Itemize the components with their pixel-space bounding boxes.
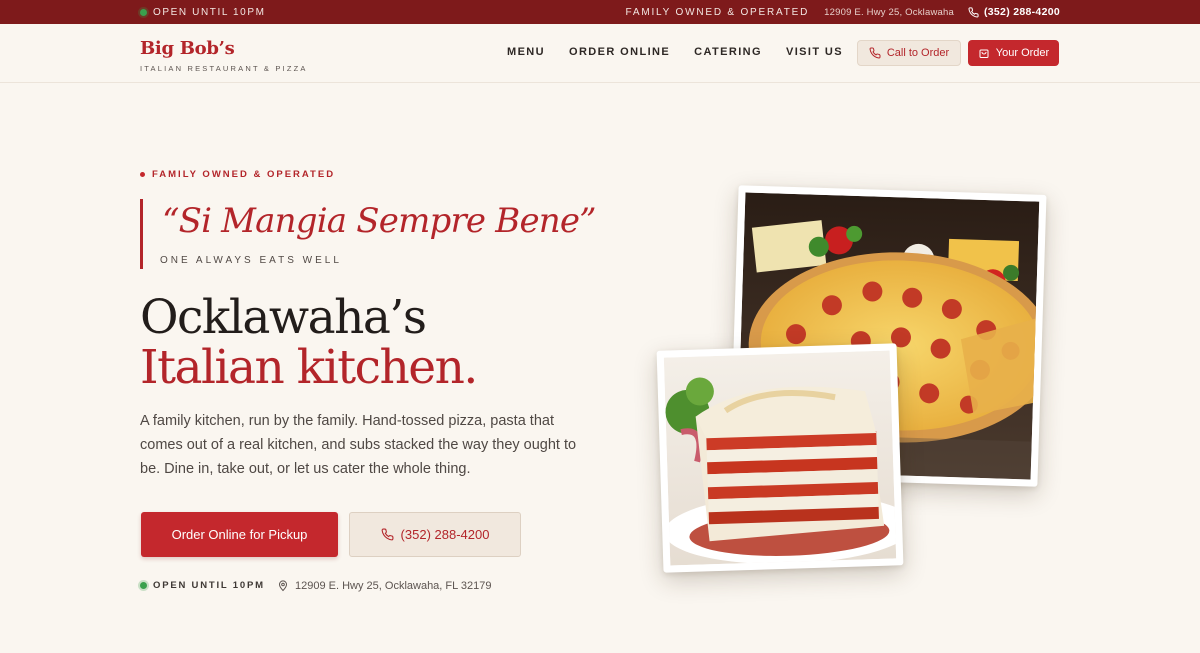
nav-item-visit-us[interactable]: VISIT US <box>786 46 843 58</box>
topbar-phone-text: (352) 288-4200 <box>983 6 1060 18</box>
top-contact: FAMILY OWNED & OPERATED 12909 E. Hwy 25,… <box>626 6 1061 18</box>
hero-headline-line1: Ocklawaha’s <box>140 290 427 345</box>
topbar-phone-link[interactable]: (352) 288-4200 <box>968 6 1060 18</box>
quote-accent-bar <box>140 199 143 269</box>
call-to-order-label: Call to Order <box>886 47 950 59</box>
your-order-label: Your Order <box>995 47 1050 59</box>
phone-icon <box>381 528 394 541</box>
bag-icon <box>979 49 989 58</box>
hero-quote: “Si Mangia Sempre Bene” <box>162 201 597 241</box>
order-online-pickup-button[interactable]: Order Online for Pickup <box>141 512 338 557</box>
lasagna-photo <box>656 343 904 573</box>
hero-eyebrow-text: FAMILY OWNED & OPERATED <box>152 169 336 180</box>
hero-description: A family kitchen, run by the family. Han… <box>140 413 577 477</box>
nav-item-catering[interactable]: CATERING <box>694 46 762 58</box>
open-status-dot <box>140 9 147 16</box>
hero-address[interactable]: 12909 E. Hwy 25, Ocklawaha, FL 32179 <box>277 579 492 592</box>
topbar-tagline: FAMILY OWNED & OPERATED <box>625 6 810 18</box>
call-to-order-button[interactable]: Call to Order <box>857 40 961 66</box>
topbar-address: 12909 E. Hwy 25, Ocklawaha <box>824 6 954 18</box>
hero-headline-line2: Italian kitchen. <box>140 340 478 395</box>
nav-item-order-online[interactable]: ORDER ONLINE <box>569 46 670 58</box>
hero-phone-button[interactable]: (352) 288-4200 <box>349 512 521 557</box>
your-order-button[interactable]: Your Order <box>968 40 1059 66</box>
hero-address-text: 12909 E. Hwy 25, Ocklawaha, FL 32179 <box>295 579 492 592</box>
map-pin-icon <box>278 580 288 592</box>
eyebrow-dot <box>140 172 145 177</box>
brand-subtitle: ITALIAN RESTAURANT & PIZZA <box>140 64 308 73</box>
open-status-text: OPEN UNTIL 10PM <box>153 7 266 18</box>
top-announcement-bar: OPEN UNTIL 10PM FAMILY OWNED & OPERATED … <box>0 0 1200 24</box>
nav-links: MENU ORDER ONLINE CATERING VISIT US <box>507 46 843 58</box>
main-navbar: Big Bob’s ITALIAN RESTAURANT & PIZZA MEN… <box>0 24 1200 83</box>
phone-icon <box>968 6 979 18</box>
open-status: OPEN UNTIL 10PM <box>140 7 266 18</box>
lasagna-image <box>663 350 897 566</box>
hero-open-status: OPEN UNTIL 10PM <box>140 580 265 591</box>
nav-item-menu[interactable]: MENU <box>507 46 545 58</box>
hero-open-dot <box>140 582 147 589</box>
hero-open-text: OPEN UNTIL 10PM <box>153 580 265 591</box>
hero-eyebrow: FAMILY OWNED & OPERATED <box>140 169 335 180</box>
hero-quote-translation: ONE ALWAYS EATS WELL <box>160 255 342 266</box>
phone-icon <box>869 47 881 59</box>
brand-logo[interactable]: Big Bob’s <box>140 38 235 59</box>
hero-phone-text: (352) 288-4200 <box>400 527 490 542</box>
